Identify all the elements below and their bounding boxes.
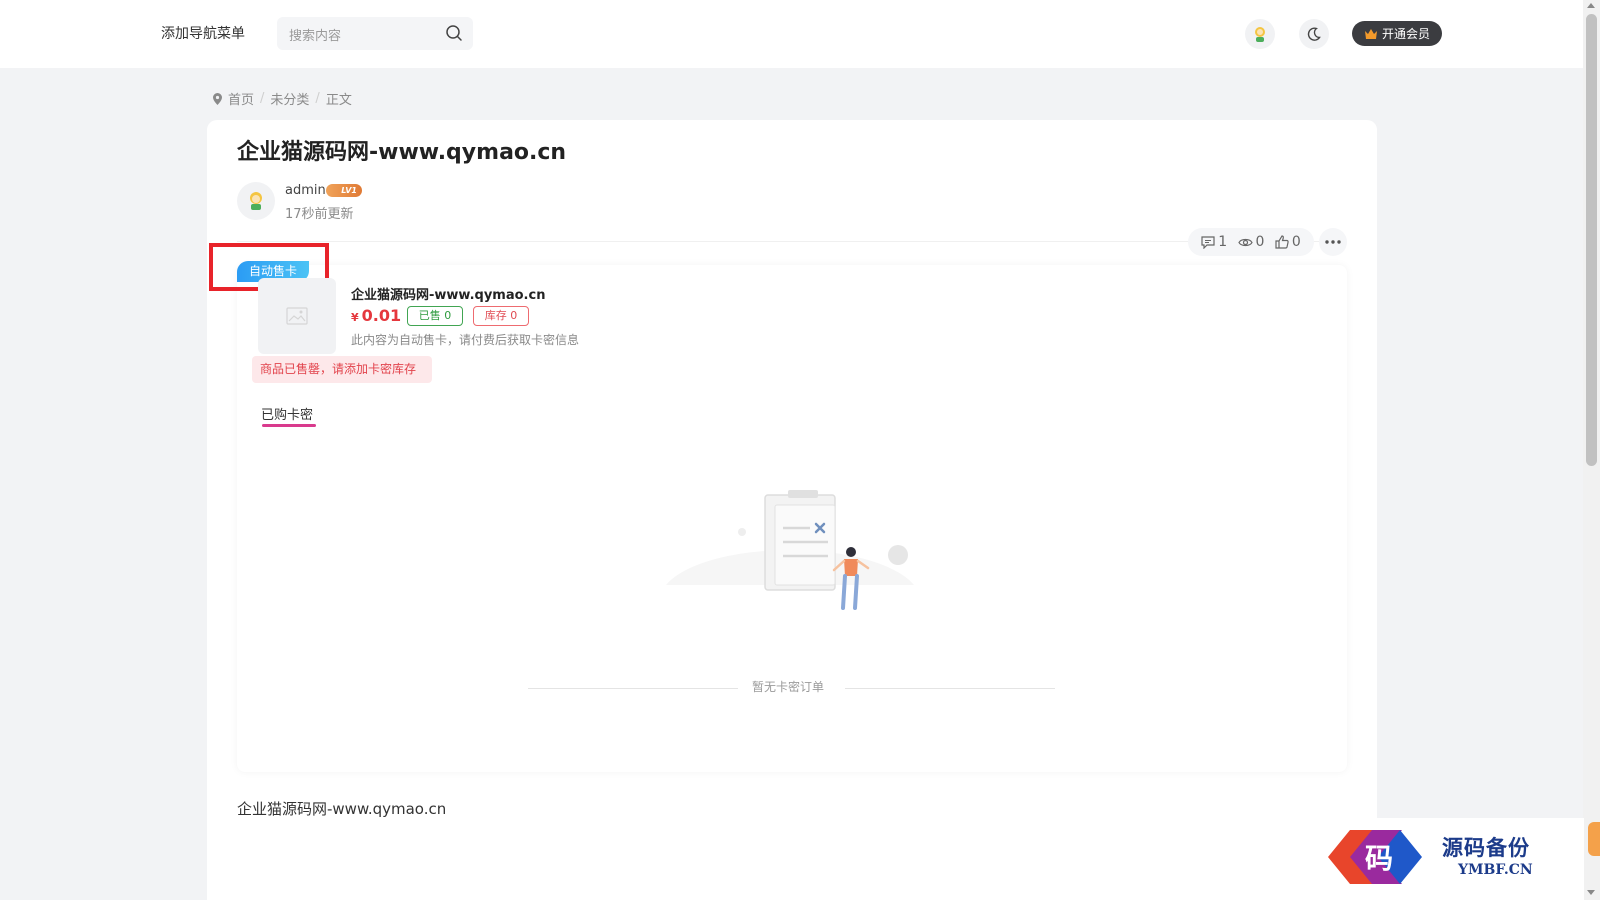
- like-count-value: 0: [1291, 234, 1301, 250]
- eye-icon: [1237, 238, 1253, 246]
- breadcrumb: 首页 / 未分类 / 正文: [213, 89, 352, 108]
- vip-button[interactable]: 开通会员: [1352, 21, 1442, 46]
- updated-time: 17秒前更新: [285, 207, 354, 222]
- side-float-tab[interactable]: [1588, 822, 1600, 856]
- product-price: ¥ 0.01: [351, 306, 401, 325]
- crown-icon: [1364, 28, 1377, 39]
- breadcrumb-separator: /: [260, 91, 265, 106]
- article-body-text: 企业猫源码网-www.qymao.cn: [237, 800, 447, 818]
- search-input[interactable]: 搜索内容: [289, 25, 341, 44]
- view-count: 0: [1237, 234, 1265, 250]
- image-placeholder-icon: [286, 307, 308, 325]
- moon-icon: [1307, 27, 1321, 41]
- price-value: 0.01: [361, 306, 402, 325]
- like-count[interactable]: 0: [1275, 234, 1301, 250]
- top-header: 添加导航菜单 搜索内容 开通会员: [0, 0, 1583, 68]
- user-avatar-button[interactable]: [1245, 19, 1275, 49]
- comment-count[interactable]: 1: [1201, 234, 1227, 250]
- empty-divider-left: [528, 688, 738, 689]
- more-dots-icon: [1325, 240, 1341, 244]
- divider: [237, 241, 1347, 242]
- watermark-title: 源码备份: [1442, 835, 1530, 860]
- author-name[interactable]: admin: [285, 183, 326, 198]
- breadcrumb-current: 正文: [325, 93, 352, 108]
- active-tab-indicator: [262, 424, 316, 427]
- comment-count-value: 1: [1218, 234, 1228, 250]
- breadcrumb-home[interactable]: 首页: [228, 89, 254, 108]
- product-thumbnail: [258, 278, 336, 354]
- author-avatar[interactable]: [237, 182, 275, 220]
- view-count-value: 0: [1255, 234, 1265, 250]
- search-box[interactable]: 搜索内容: [277, 17, 473, 50]
- breadcrumb-category[interactable]: 未分类: [270, 89, 309, 108]
- currency-symbol: ¥: [351, 311, 359, 324]
- watermark-domain: YMBF.CN: [1458, 862, 1533, 878]
- search-icon[interactable]: [445, 24, 463, 46]
- empty-orders-text: 暂无卡密订单: [752, 680, 825, 694]
- product-description: 此内容为自动售卡，请付费后获取卡密信息: [351, 333, 580, 347]
- add-nav-menu-link[interactable]: 添加导航菜单: [161, 23, 245, 43]
- product-name: 企业猫源码网-www.qymao.cn: [351, 288, 546, 303]
- watermark-logo-icon: 码: [1328, 830, 1422, 884]
- empty-divider-right: [845, 688, 1055, 689]
- avatar-icon: [1255, 27, 1265, 42]
- watermark-banner: 码 源码备份 YMBF.CN: [1316, 818, 1584, 900]
- vip-label: 开通会员: [1381, 27, 1430, 41]
- scroll-thumb[interactable]: [1586, 14, 1597, 466]
- author-avatar-icon: [250, 192, 262, 210]
- sold-count-badge: 已售 0: [407, 306, 463, 326]
- soldout-notice: 商品已售罄，请添加卡密库存: [252, 356, 432, 383]
- empty-state-illustration: [650, 490, 930, 630]
- article-title: 企业猫源码网-www.qymao.cn: [237, 140, 567, 165]
- comment-icon: [1201, 235, 1215, 249]
- level-badge: LV1: [326, 184, 362, 197]
- thumbs-up-icon: [1275, 235, 1289, 249]
- watermark-logo-char: 码: [1365, 842, 1393, 875]
- breadcrumb-separator: /: [315, 91, 320, 106]
- scroll-down-icon[interactable]: [1587, 890, 1595, 895]
- article-stats: 1 0 0: [1188, 228, 1314, 256]
- more-options-button[interactable]: [1319, 228, 1347, 256]
- tab-purchased-cards[interactable]: 已购卡密: [261, 404, 313, 423]
- scroll-up-icon[interactable]: [1587, 3, 1595, 8]
- stock-count-badge: 库存 0: [473, 306, 529, 326]
- dark-mode-toggle[interactable]: [1299, 19, 1329, 49]
- location-pin-icon: [213, 92, 222, 105]
- page-scrollbar[interactable]: [1583, 0, 1600, 900]
